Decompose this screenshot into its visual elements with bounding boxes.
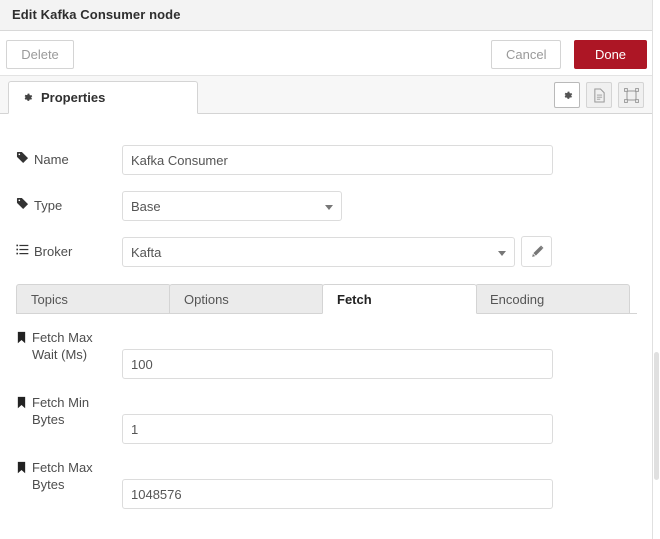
bookmark-icon [17, 461, 26, 474]
fetch-max-wait-input[interactable] [122, 349, 553, 379]
document-icon [593, 87, 605, 103]
fetch-min-bytes-label: Fetch Min Bytes [16, 394, 116, 428]
dialog-toolbar: Delete Cancel Done [0, 31, 653, 76]
broker-select-value: Kafta [131, 244, 162, 260]
name-input[interactable] [122, 145, 553, 175]
fetch-max-wait-label-text: Fetch Max Wait (Ms) [32, 330, 93, 362]
subtab-encoding-label: Encoding [490, 291, 545, 307]
name-label: Name [16, 151, 116, 168]
tag-icon [16, 197, 29, 210]
type-select[interactable]: Base [122, 191, 342, 221]
chevron-down-icon [325, 205, 333, 210]
fetch-min-bytes-input[interactable] [122, 414, 553, 444]
appearance-button[interactable] [618, 82, 644, 108]
type-select-value: Base [131, 198, 161, 214]
pencil-icon [531, 245, 543, 257]
gear-icon [21, 91, 34, 104]
tag-icon [16, 151, 29, 164]
appearance-icon [623, 87, 639, 103]
fetch-subtab-strip: Topics Options Fetch Encoding [16, 284, 637, 314]
subtab-topics-label: Topics [31, 291, 68, 307]
chevron-down-icon [498, 251, 506, 256]
subtab-topics[interactable]: Topics [16, 284, 171, 314]
description-button[interactable] [586, 82, 612, 108]
tab-properties-label: Properties [41, 90, 106, 105]
scrollbar-thumb[interactable] [654, 352, 659, 480]
gear-icon [564, 91, 572, 99]
scrollbar-track[interactable] [653, 114, 660, 539]
subtab-options[interactable]: Options [169, 284, 324, 314]
list-icon [16, 244, 29, 255]
tab-properties[interactable]: Properties [8, 81, 198, 114]
broker-label-text: Broker [34, 244, 73, 259]
delete-button[interactable]: Delete [6, 40, 74, 69]
fetch-max-wait-label: Fetch Max Wait (Ms) [16, 329, 116, 363]
broker-edit-button[interactable] [521, 236, 552, 267]
name-label-text: Name [34, 152, 69, 167]
type-label-text: Type [34, 198, 63, 213]
properties-form: Name Type Base [0, 114, 653, 539]
bookmark-icon [17, 331, 26, 344]
dialog-right-edge [652, 0, 653, 539]
cancel-button[interactable]: Cancel [491, 40, 562, 69]
subtab-encoding[interactable]: Encoding [475, 284, 630, 314]
panel-icon-buttons [554, 82, 644, 108]
fetch-max-bytes-label-text: Fetch Max Bytes [32, 460, 93, 492]
subtab-fetch-label: Fetch [337, 291, 372, 307]
fetch-min-bytes-label-text: Fetch Min Bytes [32, 395, 90, 427]
dialog-title: Edit Kafka Consumer node [12, 7, 181, 22]
done-button[interactable]: Done [574, 40, 647, 69]
fetch-max-bytes-label: Fetch Max Bytes [16, 459, 116, 493]
subtab-options-label: Options [184, 291, 229, 307]
properties-gear-button[interactable] [554, 82, 580, 108]
broker-select[interactable]: Kafta [122, 237, 515, 267]
panel-tabstrip: Properties [0, 76, 653, 114]
subtab-fetch[interactable]: Fetch [322, 284, 477, 314]
bookmark-icon [17, 396, 26, 409]
broker-label: Broker [16, 243, 116, 260]
fetch-max-bytes-input[interactable] [122, 479, 553, 509]
dialog-titlebar: Edit Kafka Consumer node [0, 0, 653, 31]
edit-node-dialog: Edit Kafka Consumer node Delete Cancel D… [0, 0, 660, 539]
type-label: Type [16, 197, 116, 214]
